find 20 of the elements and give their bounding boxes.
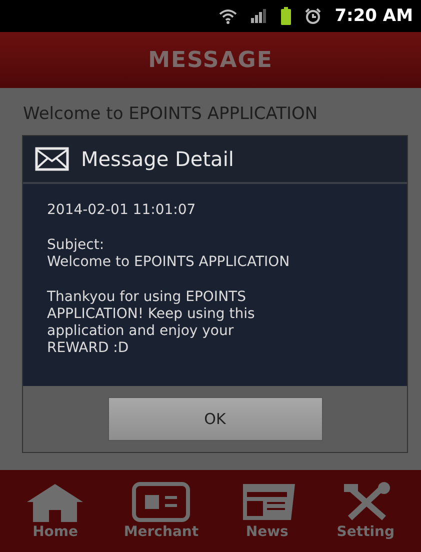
nav-tab[interactable]: Setting [336,482,396,540]
wifi-icon [218,8,237,24]
envelope-icon [35,147,69,171]
message-item[interactable]: Welcome to EPOINTS APPLICATION [13,104,408,124]
home-icon [25,482,86,522]
alarm-clock-icon [304,8,321,24]
page-title: MESSAGE [148,48,273,72]
subject-label: Subject: [47,237,106,254]
message-date: 2014-02-01 11:01:07 [47,202,197,219]
nav-tab[interactable]: Merchant [124,482,199,540]
message-body: Thankyou for using EPOINTS APPLICATION! Keep using this application and enjoy your REWARD :D [47,289,256,357]
id-card-icon [131,482,192,522]
signal-icon [250,9,267,23]
message-subject: Welcome to EPOINTS APPLICATION [47,254,291,271]
nav-tab[interactable]: Home [25,482,86,540]
nav-tab[interactable]: News [237,482,298,540]
ok-button[interactable]: OK [108,397,322,441]
battery-icon [280,7,291,25]
dialog-title: Message Detail [81,147,234,171]
status-time: 7:20 AM [334,6,413,26]
